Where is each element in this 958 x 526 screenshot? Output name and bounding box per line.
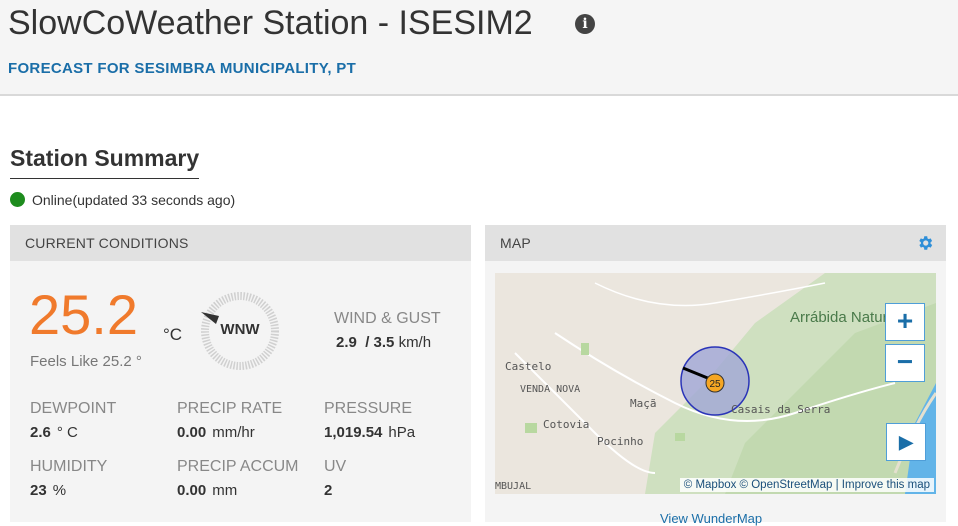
info-icon[interactable]: i xyxy=(575,14,595,34)
zoom-out-button[interactable]: − xyxy=(885,344,925,382)
wind-unit: km/h xyxy=(398,334,432,351)
map-label-venda-nova: VENDA NOVA xyxy=(520,384,581,395)
map-label-casais: Casais da Serra xyxy=(731,403,831,416)
dewpoint-value: 2.6 ° C xyxy=(30,424,78,441)
map-view[interactable]: 25 Castelo VENDA NOVA Maçã Cotovia Pocin… xyxy=(495,273,936,494)
wind-gust-label: WIND & GUST xyxy=(334,310,441,327)
wind-speed: 2.9 xyxy=(336,334,357,351)
map-heading: MAP xyxy=(485,225,946,261)
gear-icon[interactable] xyxy=(916,234,934,252)
map-panel: MAP 25 Castelo VENDA NOVA Maçã Cotovia P… xyxy=(485,225,946,526)
dewpoint-label: DEWPOINT xyxy=(30,400,117,417)
view-wundermap-link[interactable]: View WunderMap xyxy=(660,511,762,526)
map-marker-value: 25 xyxy=(709,379,721,390)
status-text: Online(updated 33 seconds ago) xyxy=(32,192,236,208)
status-online-dot xyxy=(10,192,25,207)
humidity-label: HUMIDITY xyxy=(30,458,108,475)
pressure-label: PRESSURE xyxy=(324,400,413,417)
play-button[interactable]: ▶ xyxy=(886,423,926,461)
forecast-link[interactable]: FORECAST FOR SESIMBRA MUNICIPALITY, PT xyxy=(8,60,356,77)
current-conditions-heading: CURRENT CONDITIONS xyxy=(10,225,471,261)
map-label-mbujal: MBUJAL xyxy=(495,481,532,492)
precip-rate-value: 0.00 mm/hr xyxy=(177,424,255,441)
page-title: SlowCoWeather Station - ISESIM2 xyxy=(8,4,533,42)
map-label-castelo: Castelo xyxy=(505,360,552,373)
uv-value: 2 xyxy=(324,482,333,499)
section-title: Station Summary xyxy=(10,145,200,179)
page-header: SlowCoWeather Station - ISESIM2 i FORECA… xyxy=(0,0,958,96)
uv-label: UV xyxy=(324,458,347,475)
current-conditions-panel: CURRENT CONDITIONS 25.2 °C Feels Like 25… xyxy=(10,225,471,522)
temperature-unit: °C xyxy=(163,325,183,344)
map-label-cotovia: Cotovia xyxy=(543,418,590,431)
map-label-maca: Maçã xyxy=(630,397,657,410)
temperature-value: 25.2 xyxy=(29,283,138,346)
feels-like: Feels Like 25.2 ° xyxy=(30,353,142,370)
humidity-value: 23% xyxy=(30,482,67,499)
map-attribution[interactable]: © Mapbox © OpenStreetMap | Improve this … xyxy=(679,478,934,492)
wind-direction: WNW xyxy=(220,321,260,338)
pressure-value: 1,019.54 hPa xyxy=(324,424,416,441)
wind-gust-values: 2.9 / 3.5 km/h xyxy=(336,334,431,351)
zoom-in-button[interactable]: + xyxy=(885,303,925,341)
precip-accum-label: PRECIP ACCUM xyxy=(177,458,299,475)
precip-rate-label: PRECIP RATE xyxy=(177,400,283,417)
gust-speed: / 3.5 xyxy=(365,334,395,351)
precip-accum-value: 0.00 mm xyxy=(177,482,238,499)
map-label-pocinho: Pocinho xyxy=(597,435,644,448)
